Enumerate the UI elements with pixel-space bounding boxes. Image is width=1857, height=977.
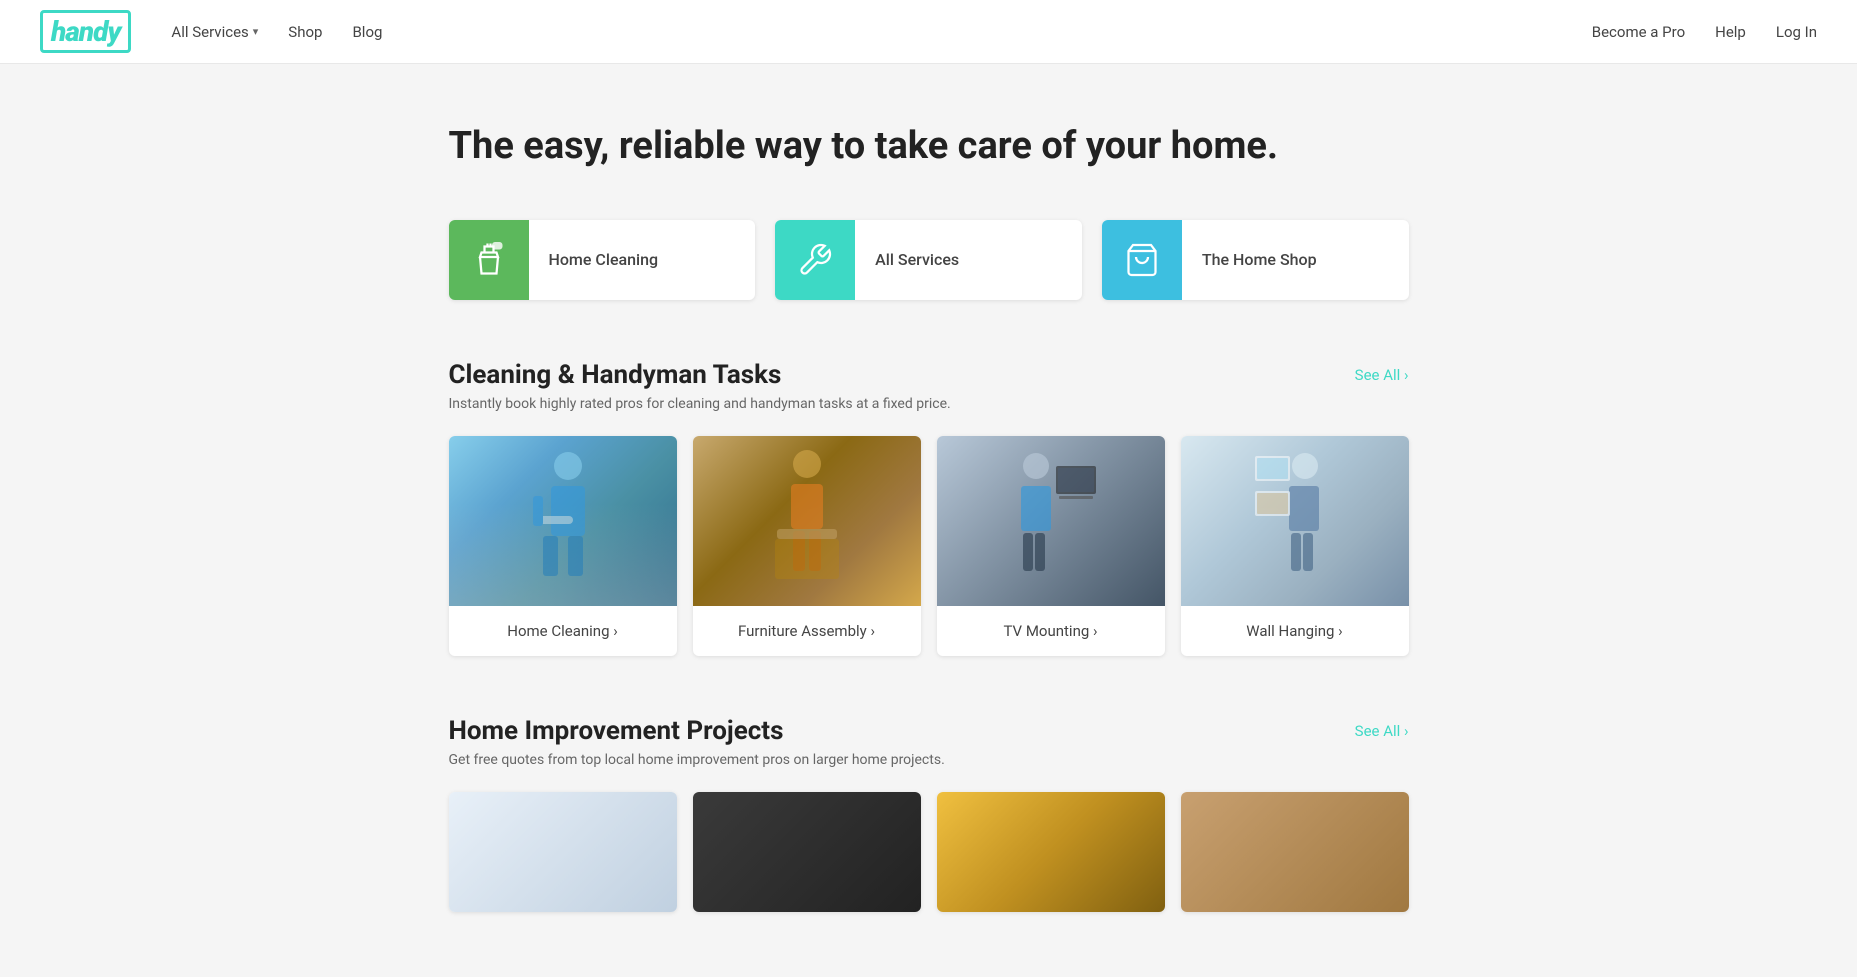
task-card-tv-mounting[interactable]: TV Mounting ›: [937, 436, 1165, 656]
cart-icon: [1124, 242, 1160, 278]
header: handy All Services ▾ Shop Blog Become a …: [0, 0, 1857, 64]
home-cleaning-icon-box: [449, 220, 529, 300]
task-card-image-home-cleaning: [449, 436, 677, 606]
main-content: The easy, reliable way to take care of y…: [429, 64, 1429, 952]
improvement-see-all-link[interactable]: See All ›: [1355, 722, 1409, 740]
home-cleaning-illustration: [449, 436, 677, 606]
improvement-section-subtitle: Get free quotes from top local home impr…: [449, 752, 1409, 768]
feature-card-the-home-shop[interactable]: The Home Shop: [1102, 220, 1409, 300]
task-card-label-furniture-assembly: Furniture Assembly ›: [693, 606, 921, 656]
nav-become-pro[interactable]: Become a Pro: [1592, 23, 1685, 41]
improvement-card-2[interactable]: [693, 792, 921, 912]
nav-login[interactable]: Log In: [1776, 23, 1817, 41]
improvement-card-4[interactable]: [1181, 792, 1409, 912]
feature-card-all-services[interactable]: All Services: [775, 220, 1082, 300]
tv-mounting-illustration: [937, 436, 1165, 606]
improvement-card-image-1: [449, 792, 677, 912]
improvement-section-header: Home Improvement Projects See All ›: [449, 716, 1409, 746]
nav-help[interactable]: Help: [1715, 23, 1746, 41]
improvement-card-image-3: [937, 792, 1165, 912]
task-card-label-wall-hanging: Wall Hanging ›: [1181, 606, 1409, 656]
improvement-card-image-2: [693, 792, 921, 912]
task-cards-grid: Home Cleaning › Furniture Assembly ›: [449, 436, 1409, 656]
task-card-image-furniture: [693, 436, 921, 606]
feature-label-the-home-shop: The Home Shop: [1182, 250, 1337, 269]
feature-card-home-cleaning[interactable]: Home Cleaning: [449, 220, 756, 300]
task-card-image-tv-mounting: [937, 436, 1165, 606]
nav-blog[interactable]: Blog: [352, 23, 382, 41]
nav-all-services[interactable]: All Services ▾: [171, 23, 258, 41]
improvement-section-title: Home Improvement Projects: [449, 716, 784, 746]
feature-label-all-services: All Services: [855, 250, 979, 269]
hero-title: The easy, reliable way to take care of y…: [449, 124, 1409, 170]
nav-left: All Services ▾ Shop Blog: [171, 23, 1591, 41]
task-card-home-cleaning[interactable]: Home Cleaning ›: [449, 436, 677, 656]
task-card-label-tv-mounting: TV Mounting ›: [937, 606, 1165, 656]
cleaning-section-subtitle: Instantly book highly rated pros for cle…: [449, 396, 1409, 412]
feature-label-home-cleaning: Home Cleaning: [529, 250, 679, 269]
task-card-label-home-cleaning: Home Cleaning ›: [449, 606, 677, 656]
cleaning-section-header: Cleaning & Handyman Tasks See All ›: [449, 360, 1409, 390]
improvement-card-3[interactable]: [937, 792, 1165, 912]
nav-right: Become a Pro Help Log In: [1592, 23, 1817, 41]
improvement-card-1[interactable]: [449, 792, 677, 912]
logo[interactable]: handy: [40, 10, 131, 53]
spray-icon: [471, 242, 507, 278]
wall-hanging-illustration: [1181, 436, 1409, 606]
cleaning-see-all-link[interactable]: See All ›: [1355, 366, 1409, 384]
chevron-down-icon: ▾: [253, 25, 259, 38]
wrench-icon: [797, 242, 833, 278]
task-card-furniture-assembly[interactable]: Furniture Assembly ›: [693, 436, 921, 656]
feature-cards-row: Home Cleaning All Services The Home Shop: [449, 220, 1409, 300]
improvement-card-image-4: [1181, 792, 1409, 912]
task-card-wall-hanging[interactable]: Wall Hanging ›: [1181, 436, 1409, 656]
nav-shop[interactable]: Shop: [288, 23, 322, 41]
task-card-image-wall-hanging: [1181, 436, 1409, 606]
the-home-shop-icon-box: [1102, 220, 1182, 300]
improvement-cards-grid: [449, 792, 1409, 912]
all-services-icon-box: [775, 220, 855, 300]
furniture-illustration: [693, 436, 921, 606]
cleaning-section-title: Cleaning & Handyman Tasks: [449, 360, 782, 390]
